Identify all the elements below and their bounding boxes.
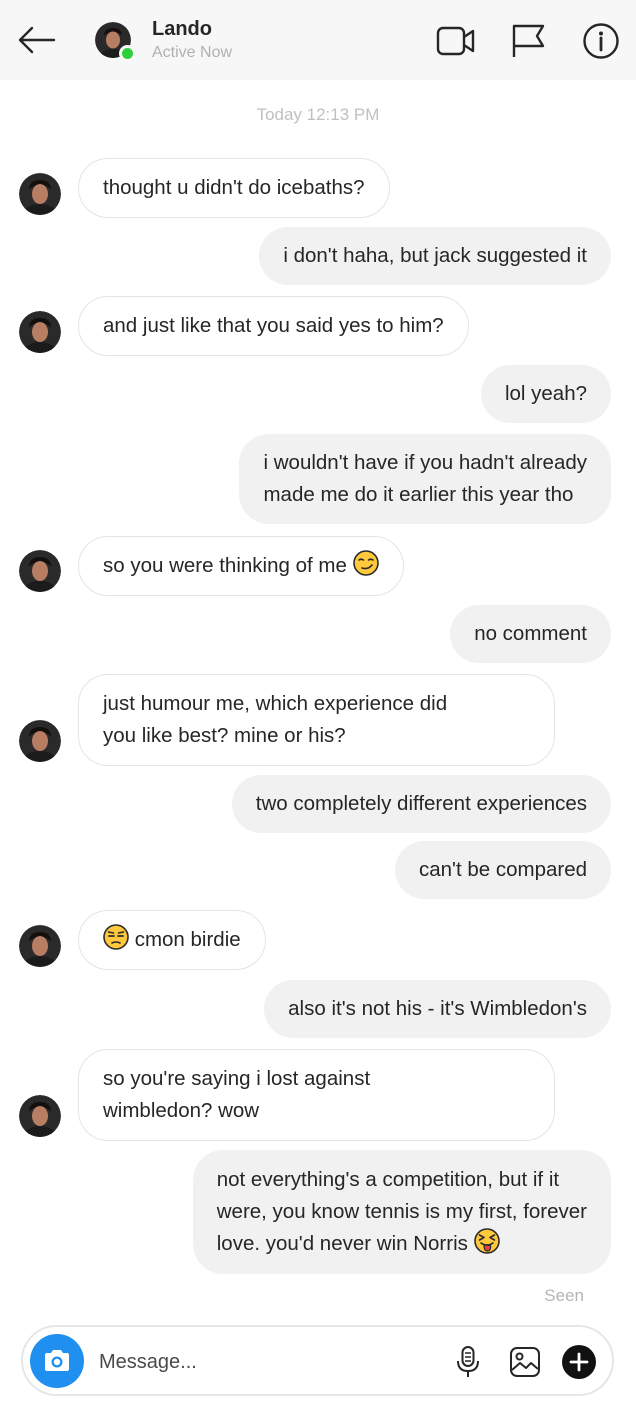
message-bubble-outgoing[interactable]: not everything's a competition, but if i… (192, 1150, 611, 1274)
info-button[interactable] (580, 20, 622, 62)
message-text: lol yeah? (504, 382, 587, 405)
avatar[interactable] (19, 720, 61, 762)
contact-status: Active Now (152, 44, 233, 61)
message-text-line: so you're saying i lost against (103, 1067, 371, 1090)
camera-button[interactable] (30, 1334, 84, 1388)
message-text-line: wimbledon? wow (103, 1099, 260, 1122)
message-bubble-outgoing[interactable]: i don't haha, but jack suggested it (259, 227, 611, 285)
avatar[interactable] (19, 925, 61, 967)
smirking-face-emoji (352, 550, 379, 576)
message-text: can't be compared (418, 858, 587, 881)
camera-icon (45, 1350, 69, 1371)
voice-message-button[interactable] (449, 1343, 487, 1381)
message-bubble-outgoing[interactable]: two completely different experiences (231, 775, 611, 833)
image-icon (510, 1347, 540, 1377)
message-text: i don't haha, but jack suggested it (283, 244, 587, 267)
flag-icon (512, 24, 545, 57)
message-text-line: love. you'd never win Norris (216, 1232, 468, 1255)
thread-timestamp: Today 12:13 PM (256, 105, 380, 124)
message-bubble-incoming[interactable]: and just like that you said yes to him? (78, 296, 469, 356)
message-input[interactable] (99, 1341, 439, 1383)
message-bubble-incoming[interactable]: so you were thinking of me (78, 536, 404, 596)
message-text: so you were thinking of me (103, 554, 347, 577)
video-call-icon (436, 26, 475, 56)
info-icon (583, 23, 619, 59)
back-button[interactable] (14, 22, 58, 58)
message-bubble-incoming[interactable]: just humour me, which experience did you… (78, 674, 555, 766)
message-bubble-outgoing[interactable]: can't be compared (394, 841, 611, 899)
avatar[interactable] (19, 550, 61, 592)
report-flag-button[interactable] (507, 20, 549, 62)
message-text-line: not everything's a competition, but if i… (216, 1168, 560, 1191)
message-bubble-incoming[interactable]: so you're saying i lost against wimbledo… (78, 1049, 555, 1141)
message-text: cmon birdie (134, 928, 241, 951)
message-text: also it's not his - it's Wimbledon's (288, 997, 587, 1020)
seen-indicator: Seen (544, 1286, 584, 1305)
avatar[interactable] (19, 1095, 61, 1137)
message-text: two completely different experiences (255, 792, 587, 815)
message-bubble-incoming[interactable]: cmon birdie (78, 910, 266, 970)
add-attachment-button[interactable] (560, 1343, 598, 1381)
message-text: thought u didn't do icebaths? (103, 176, 365, 199)
online-status-dot (119, 45, 136, 62)
message-bubble-incoming[interactable]: thought u didn't do icebaths? (78, 158, 390, 218)
message-bubble-outgoing[interactable]: no comment (450, 605, 611, 663)
message-text-line: just humour me, which experience did (103, 692, 448, 715)
attach-image-button[interactable] (506, 1343, 544, 1381)
contact-name[interactable]: Lando (152, 18, 212, 41)
add-icon (562, 1345, 596, 1379)
message-text: no comment (474, 622, 587, 645)
message-text-line: were, you know tennis is my first, forev… (216, 1200, 587, 1223)
message-text-line: you like best? mine or his? (103, 724, 346, 747)
unamused-face-emoji (103, 924, 129, 950)
avatar[interactable] (19, 173, 61, 215)
chat-header: Lando Active Now (0, 0, 636, 80)
squinting-face-with-tongue-emoji (473, 1228, 500, 1254)
message-bubble-outgoing[interactable]: also it's not his - it's Wimbledon's (264, 980, 611, 1038)
message-bubble-outgoing[interactable]: i wouldn't have if you hadn't already ma… (239, 434, 611, 524)
message-text-line: i wouldn't have if you hadn't already (263, 451, 587, 474)
back-arrow-icon (18, 26, 56, 54)
avatar[interactable] (19, 311, 61, 353)
message-composer (21, 1325, 614, 1396)
video-call-button[interactable] (435, 20, 477, 62)
message-text-line: made me do it earlier this year tho (263, 483, 574, 506)
message-text: and just like that you said yes to him? (103, 314, 444, 337)
microphone-icon (457, 1346, 479, 1377)
message-bubble-outgoing[interactable]: lol yeah? (480, 365, 611, 423)
